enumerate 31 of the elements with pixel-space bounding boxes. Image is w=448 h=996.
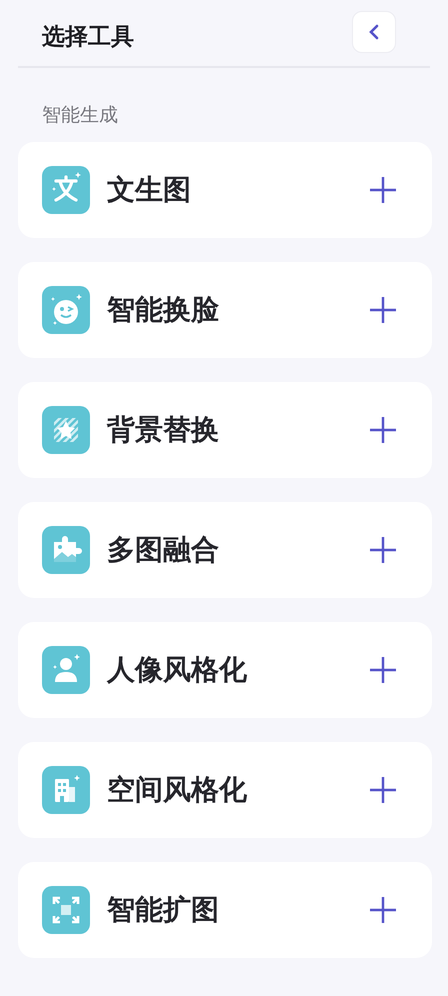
tool-name: 人像风格化 [107,652,248,688]
text-character-icon [42,166,90,214]
expand-arrows-icon [42,886,90,934]
tool-card[interactable]: 智能扩图 [18,862,432,958]
panel-title: 选择工具 [42,22,134,52]
tool-card[interactable]: 文生图 [18,142,432,238]
tool-name: 智能扩图 [107,892,220,928]
add-icon[interactable] [368,775,398,805]
building-icon [42,766,90,814]
winking-face-icon [42,286,90,334]
puzzle-image-icon [42,526,90,574]
tool-card[interactable]: 背景替换 [18,382,432,478]
tool-card[interactable]: 多图融合 [18,502,432,598]
tool-card[interactable]: 人像风格化 [18,622,432,718]
tool-card[interactable]: 空间风格化 [18,742,432,838]
tool-name: 空间风格化 [107,772,248,808]
add-icon[interactable] [368,295,398,325]
tool-card[interactable]: 智能换脸 [18,262,432,358]
tool-name: 背景替换 [107,412,220,448]
add-icon[interactable] [368,415,398,445]
tool-name: 文生图 [107,172,192,208]
add-icon[interactable] [368,175,398,205]
section-label: 智能生成 [42,103,119,128]
add-icon[interactable] [368,535,398,565]
tool-name: 智能换脸 [107,292,220,328]
add-icon[interactable] [368,655,398,685]
person-icon [42,646,90,694]
back-button[interactable] [352,11,396,53]
chevron-left-icon [368,24,380,40]
add-icon[interactable] [368,895,398,925]
tool-name: 多图融合 [107,532,220,568]
